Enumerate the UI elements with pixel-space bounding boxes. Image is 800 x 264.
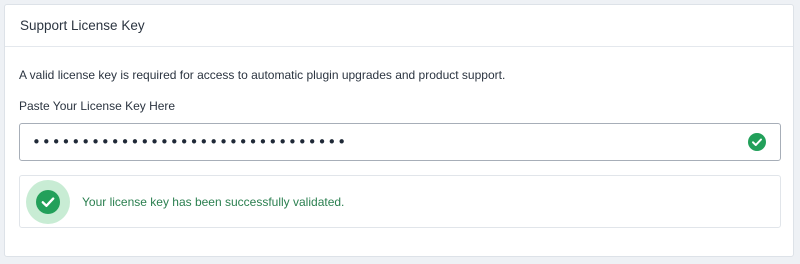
license-description: A valid license key is required for acce… [19,68,506,82]
check-circle-icon [36,190,60,214]
license-panel: Support License Key A valid license key … [4,4,794,257]
license-key-input[interactable] [20,124,740,160]
alert-icon-halo [26,180,70,224]
license-key-label: Paste Your License Key Here [19,99,176,113]
panel-header: Support License Key [5,5,793,47]
panel-title: Support License Key [20,18,145,33]
panel-body: A valid license key is required for acce… [5,47,793,228]
license-key-field[interactable] [19,123,781,161]
alert-message: Your license key has been successfully v… [82,195,345,209]
success-alert: Your license key has been successfully v… [19,175,781,228]
check-circle-icon [748,133,766,151]
